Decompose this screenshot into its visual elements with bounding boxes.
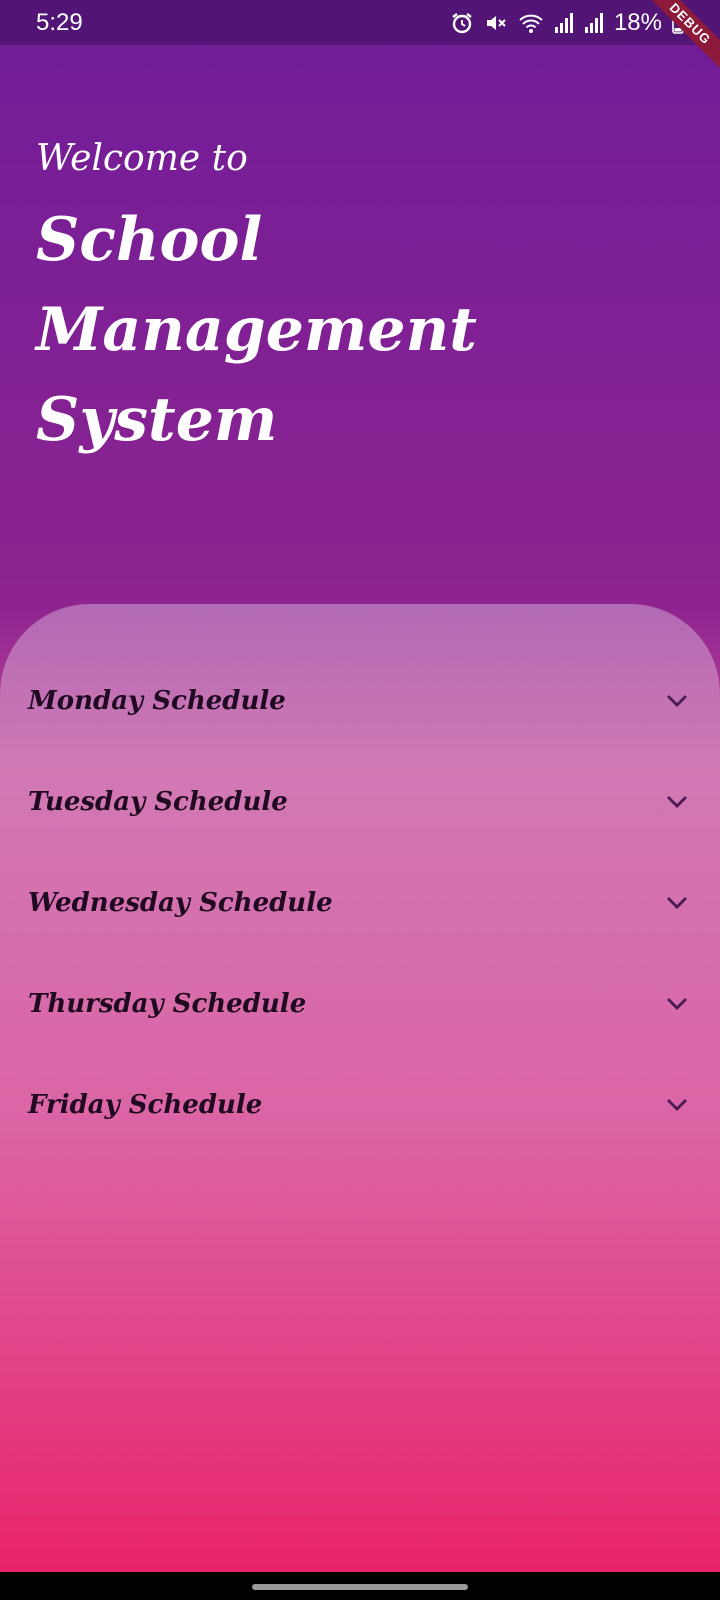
chevron-down-icon[interactable]	[662, 686, 692, 716]
schedule-label: Friday Schedule	[28, 1089, 263, 1120]
page-title: School Management System	[36, 205, 477, 455]
chevron-down-icon[interactable]	[662, 888, 692, 918]
mute-icon	[484, 11, 508, 35]
schedule-item-wednesday[interactable]: Wednesday Schedule	[0, 852, 720, 953]
alarm-icon	[450, 11, 474, 35]
schedule-label: Wednesday Schedule	[28, 887, 333, 918]
schedule-item-monday[interactable]: Monday Schedule	[0, 650, 720, 751]
wifi-icon	[518, 11, 544, 35]
navigation-bar	[0, 1572, 720, 1600]
schedule-label: Tuesday Schedule	[28, 786, 288, 817]
schedule-label: Thursday Schedule	[28, 988, 307, 1019]
chevron-down-icon[interactable]	[662, 787, 692, 817]
schedule-item-tuesday[interactable]: Tuesday Schedule	[0, 751, 720, 852]
signal-icon	[584, 12, 604, 34]
schedule-list: Monday Schedule Tuesday Schedule Wednesd…	[0, 650, 720, 1155]
schedule-item-thursday[interactable]: Thursday Schedule	[0, 953, 720, 1054]
welcome-text: Welcome to	[36, 138, 248, 179]
home-indicator[interactable]	[252, 1584, 468, 1590]
status-time: 5:29	[36, 8, 83, 36]
chevron-down-icon[interactable]	[662, 1090, 692, 1120]
schedule-item-friday[interactable]: Friday Schedule	[0, 1054, 720, 1155]
status-icons: 18%	[450, 9, 684, 37]
chevron-down-icon[interactable]	[662, 989, 692, 1019]
battery-text: 18%	[613, 8, 662, 36]
signal-icon	[554, 12, 574, 34]
schedule-label: Monday Schedule	[28, 685, 286, 716]
status-bar: 5:29 18%	[0, 0, 720, 45]
